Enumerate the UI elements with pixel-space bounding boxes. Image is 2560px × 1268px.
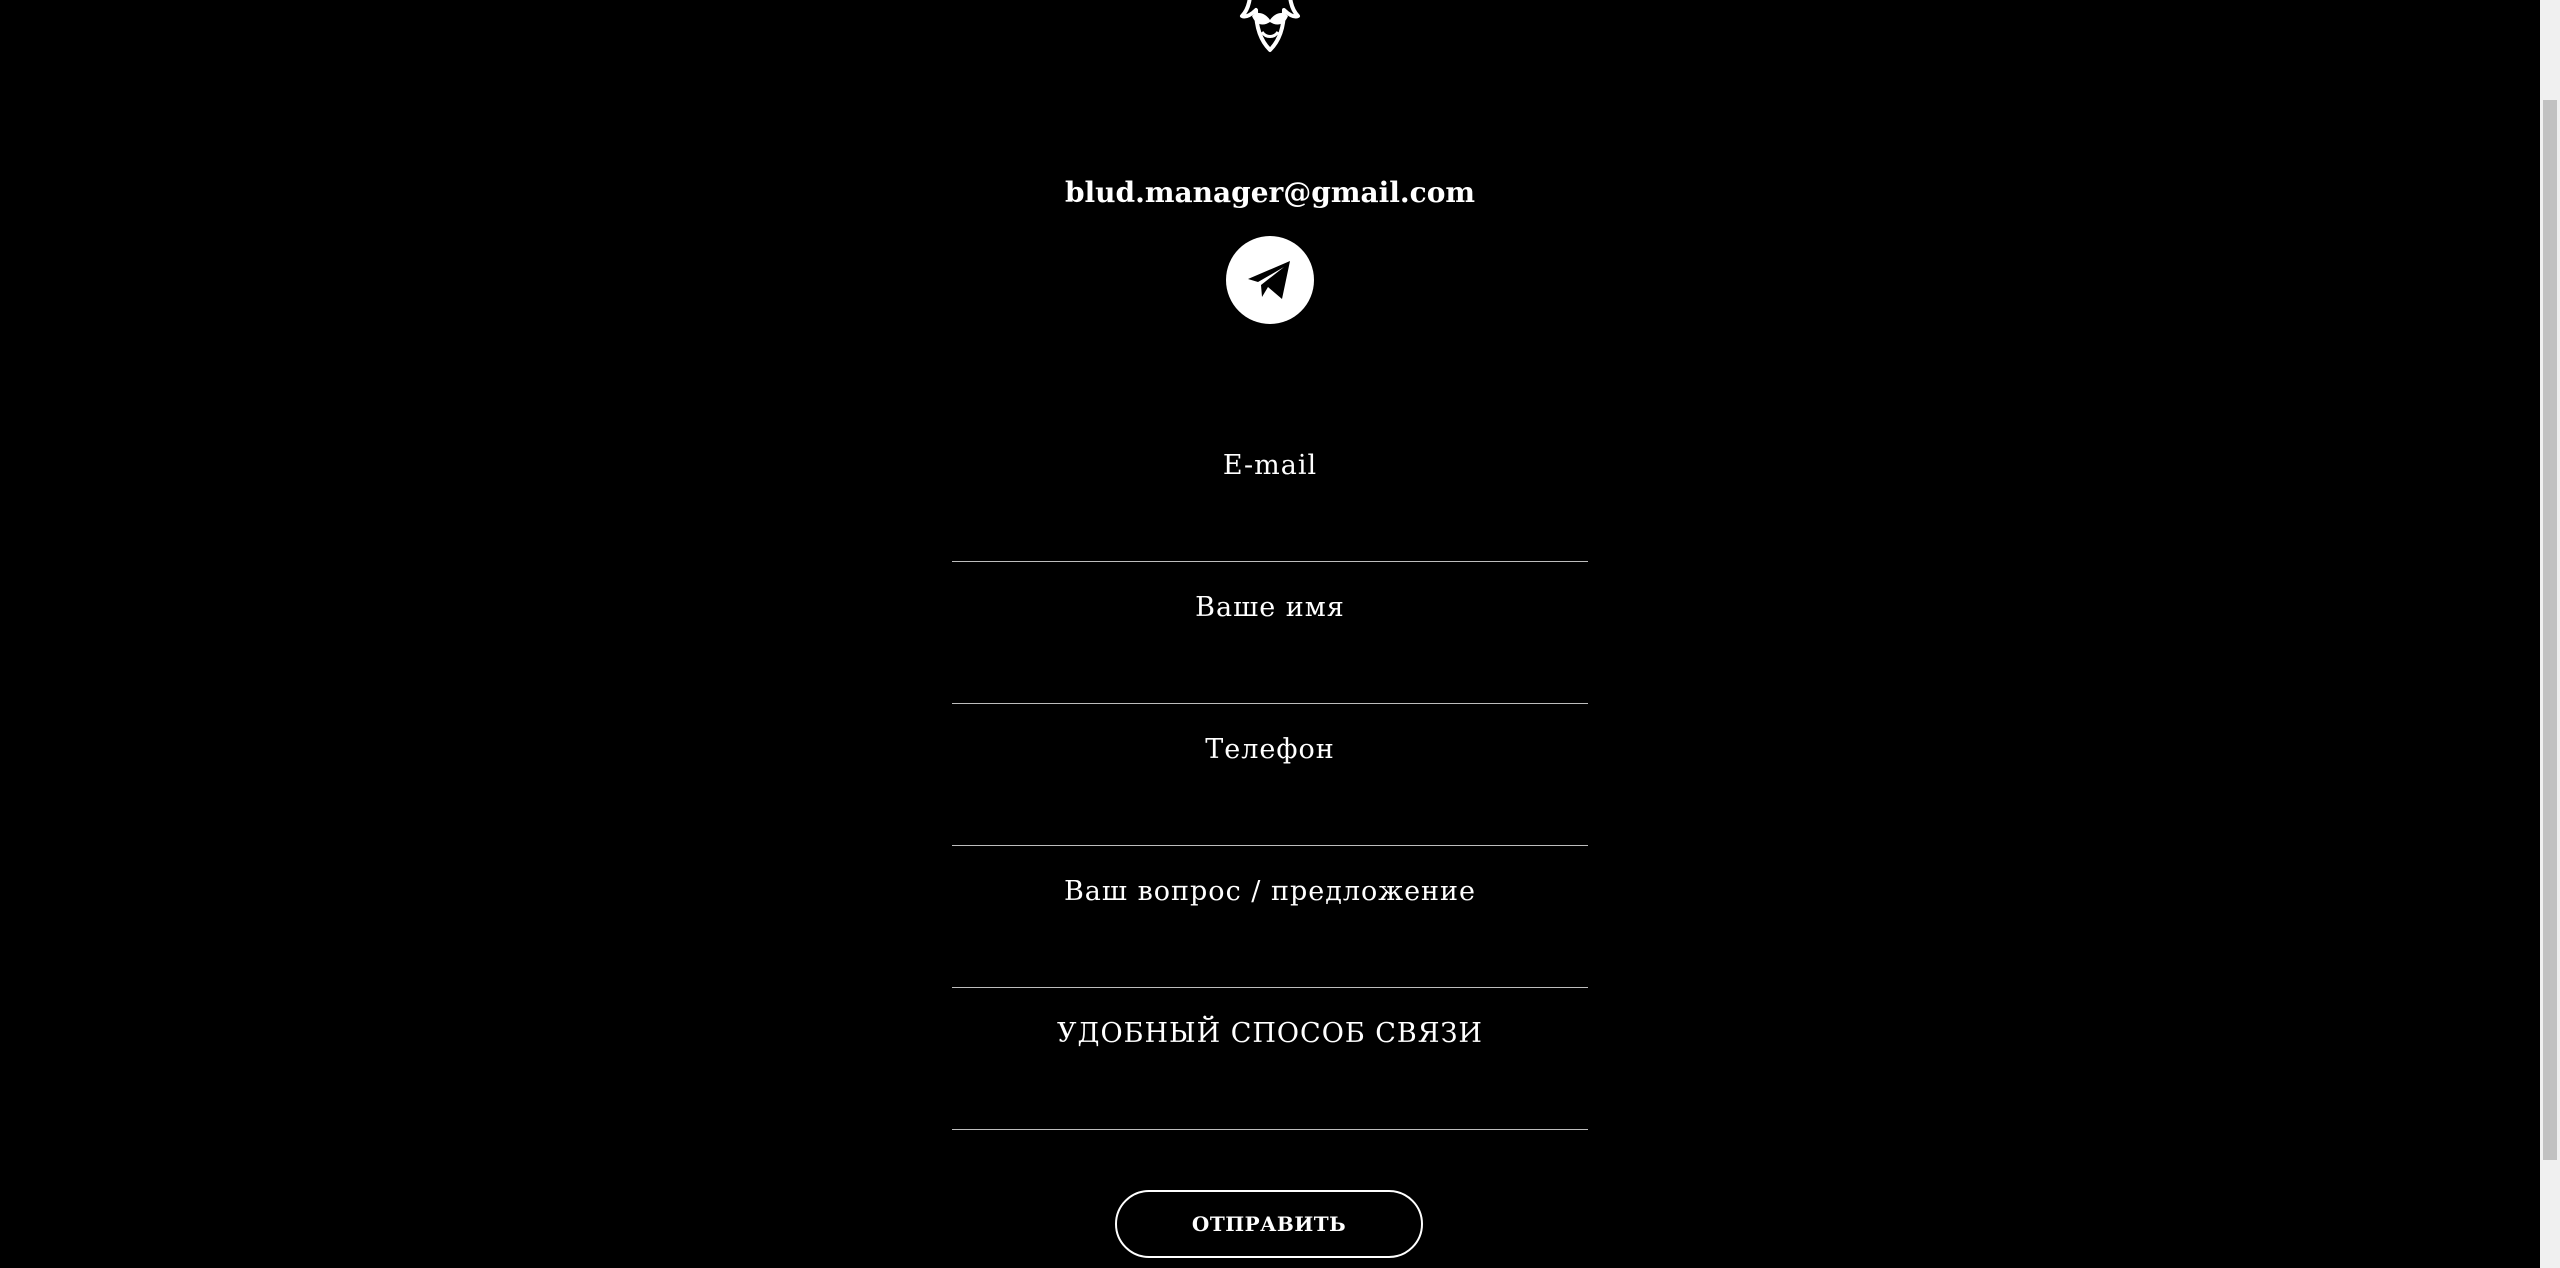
telegram-button[interactable] [1226,236,1314,324]
contact-method-row: УДОБНЫЙ СПОСОБ СВЯЗИ [952,988,1588,1130]
name-field-row [952,562,1588,704]
contact-form: УДОБНЫЙ СПОСОБ СВЯЗИ [952,420,1588,1130]
phone-field[interactable] [952,704,1588,845]
name-field[interactable] [952,562,1588,703]
contact-method-select[interactable]: УДОБНЫЙ СПОСОБ СВЯЗИ [952,988,1588,1129]
contact-email-link[interactable]: blud.manager@gmail.com [0,176,2540,209]
submit-button[interactable]: ОТПРАВИТЬ [1115,1190,1423,1258]
page-scrollbar[interactable] [2540,0,2560,1268]
mustache-face-logo-icon [1240,0,1300,52]
telegram-icon [1248,261,1290,299]
email-field[interactable] [952,420,1588,561]
scrollbar-thumb[interactable] [2543,100,2557,1160]
email-field-row [952,420,1588,562]
phone-field-row [952,704,1588,846]
question-field[interactable] [952,846,1588,987]
question-field-row [952,846,1588,988]
page: blud.manager@gmail.com УДОБНЫЙ СПОСОБ СВ… [0,0,2540,1268]
